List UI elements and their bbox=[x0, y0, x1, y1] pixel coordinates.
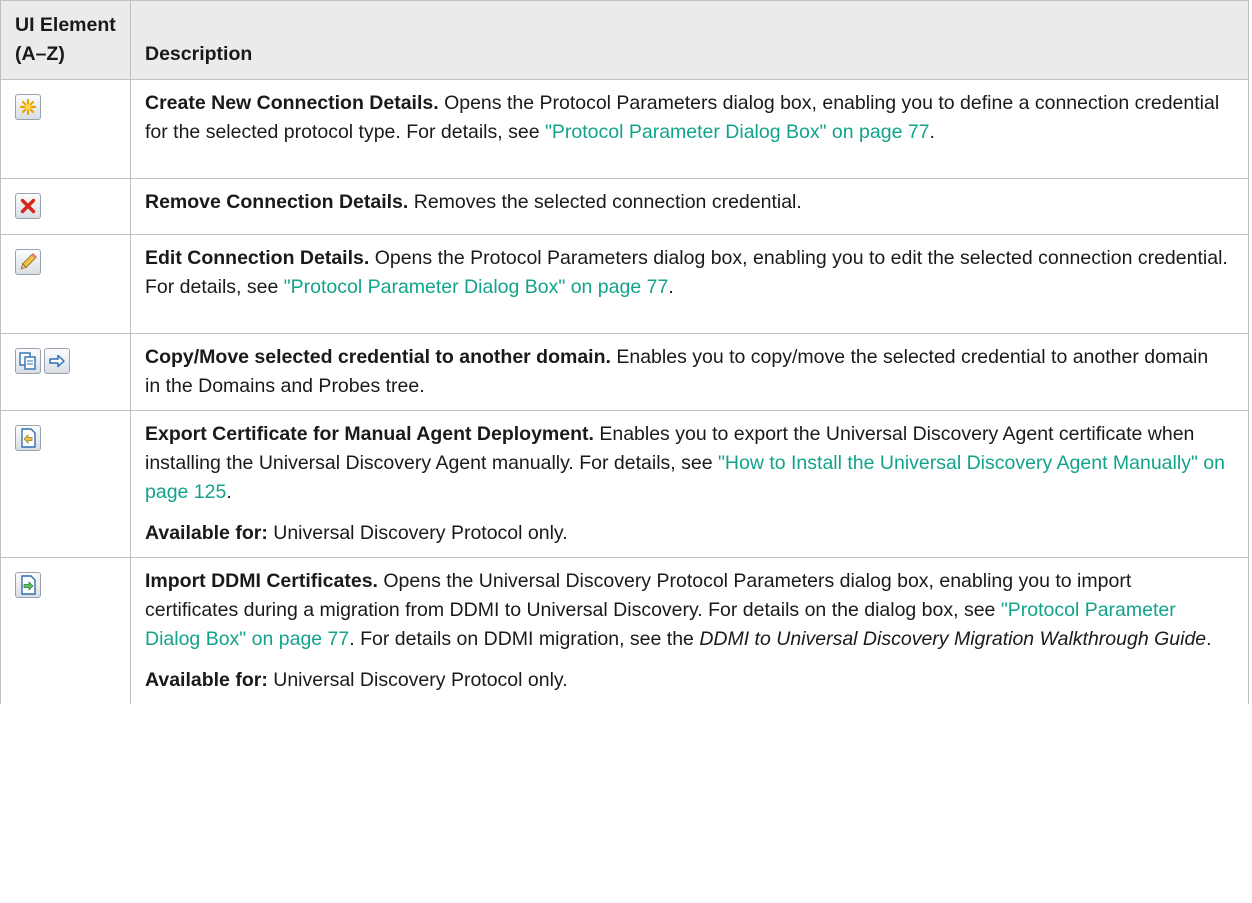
element-title: Create New Connection Details. bbox=[145, 92, 439, 114]
description-cell: Copy/Move selected credential to another… bbox=[130, 333, 1249, 411]
ui-element-cell bbox=[0, 234, 131, 334]
edit-pencil-icon bbox=[15, 249, 41, 275]
element-title: Edit Connection Details. bbox=[145, 247, 370, 269]
ui-element-cell bbox=[0, 557, 131, 704]
description-suffix: . bbox=[668, 276, 674, 298]
import-certificate-icon bbox=[15, 572, 41, 598]
element-title: Remove Connection Details. bbox=[145, 191, 409, 213]
table-header-row: UI Element (A–Z) Description bbox=[0, 0, 1249, 80]
description-cell: Export Certificate for Manual Agent Depl… bbox=[130, 410, 1249, 558]
cross-reference-link[interactable]: "Protocol Parameter Dialog Box" on page … bbox=[545, 121, 930, 143]
availability-label: Available for: bbox=[145, 522, 268, 544]
availability-text: Universal Discovery Protocol only. bbox=[267, 669, 568, 691]
description-cell: Import DDMI Certificates. Opens the Univ… bbox=[130, 557, 1249, 704]
description-cell: Create New Connection Details. Opens the… bbox=[130, 79, 1249, 179]
ui-element-cell bbox=[0, 178, 131, 235]
cross-reference-link[interactable]: "Protocol Parameter Dialog Box" on page … bbox=[284, 276, 669, 298]
ui-element-cell bbox=[0, 410, 131, 558]
availability-label: Available for: bbox=[145, 669, 268, 691]
table-row: Edit Connection Details. Opens the Proto… bbox=[0, 234, 1249, 334]
ui-element-cell bbox=[0, 79, 131, 179]
description-suffix: . bbox=[226, 481, 232, 503]
table-row: Remove Connection Details. Removes the s… bbox=[0, 178, 1249, 235]
table-row: Copy/Move selected credential to another… bbox=[0, 333, 1249, 411]
element-title: Copy/Move selected credential to another… bbox=[145, 346, 611, 368]
remove-icon bbox=[15, 193, 41, 219]
description-suffix: . bbox=[929, 121, 935, 143]
export-certificate-icon bbox=[15, 425, 41, 451]
ui-elements-table: UI Element (A–Z) Description Create New … bbox=[0, 0, 1249, 704]
copy-icon bbox=[15, 348, 41, 374]
table-row: Create New Connection Details. Opens the… bbox=[0, 79, 1249, 179]
ui-element-cell bbox=[0, 333, 131, 411]
move-arrow-icon bbox=[44, 348, 70, 374]
table-row: Export Certificate for Manual Agent Depl… bbox=[0, 410, 1249, 558]
table-row: Import DDMI Certificates. Opens the Univ… bbox=[0, 557, 1249, 704]
availability-text: Universal Discovery Protocol only. bbox=[267, 522, 568, 544]
guide-title: DDMI to Universal Discovery Migration Wa… bbox=[699, 628, 1207, 650]
description-cell: Remove Connection Details. Removes the s… bbox=[130, 178, 1249, 235]
description-cell: Edit Connection Details. Opens the Proto… bbox=[130, 234, 1249, 334]
header-description: Description bbox=[130, 0, 1249, 80]
description-suffix: . bbox=[1206, 628, 1212, 650]
header-ui-element: UI Element (A–Z) bbox=[0, 0, 131, 80]
create-new-icon bbox=[15, 94, 41, 120]
element-title: Import DDMI Certificates. bbox=[145, 570, 378, 592]
element-title: Export Certificate for Manual Agent Depl… bbox=[145, 423, 594, 445]
description-suffix: . For details on DDMI migration, see the bbox=[349, 628, 700, 650]
description-text: Removes the selected connection credenti… bbox=[408, 191, 802, 213]
